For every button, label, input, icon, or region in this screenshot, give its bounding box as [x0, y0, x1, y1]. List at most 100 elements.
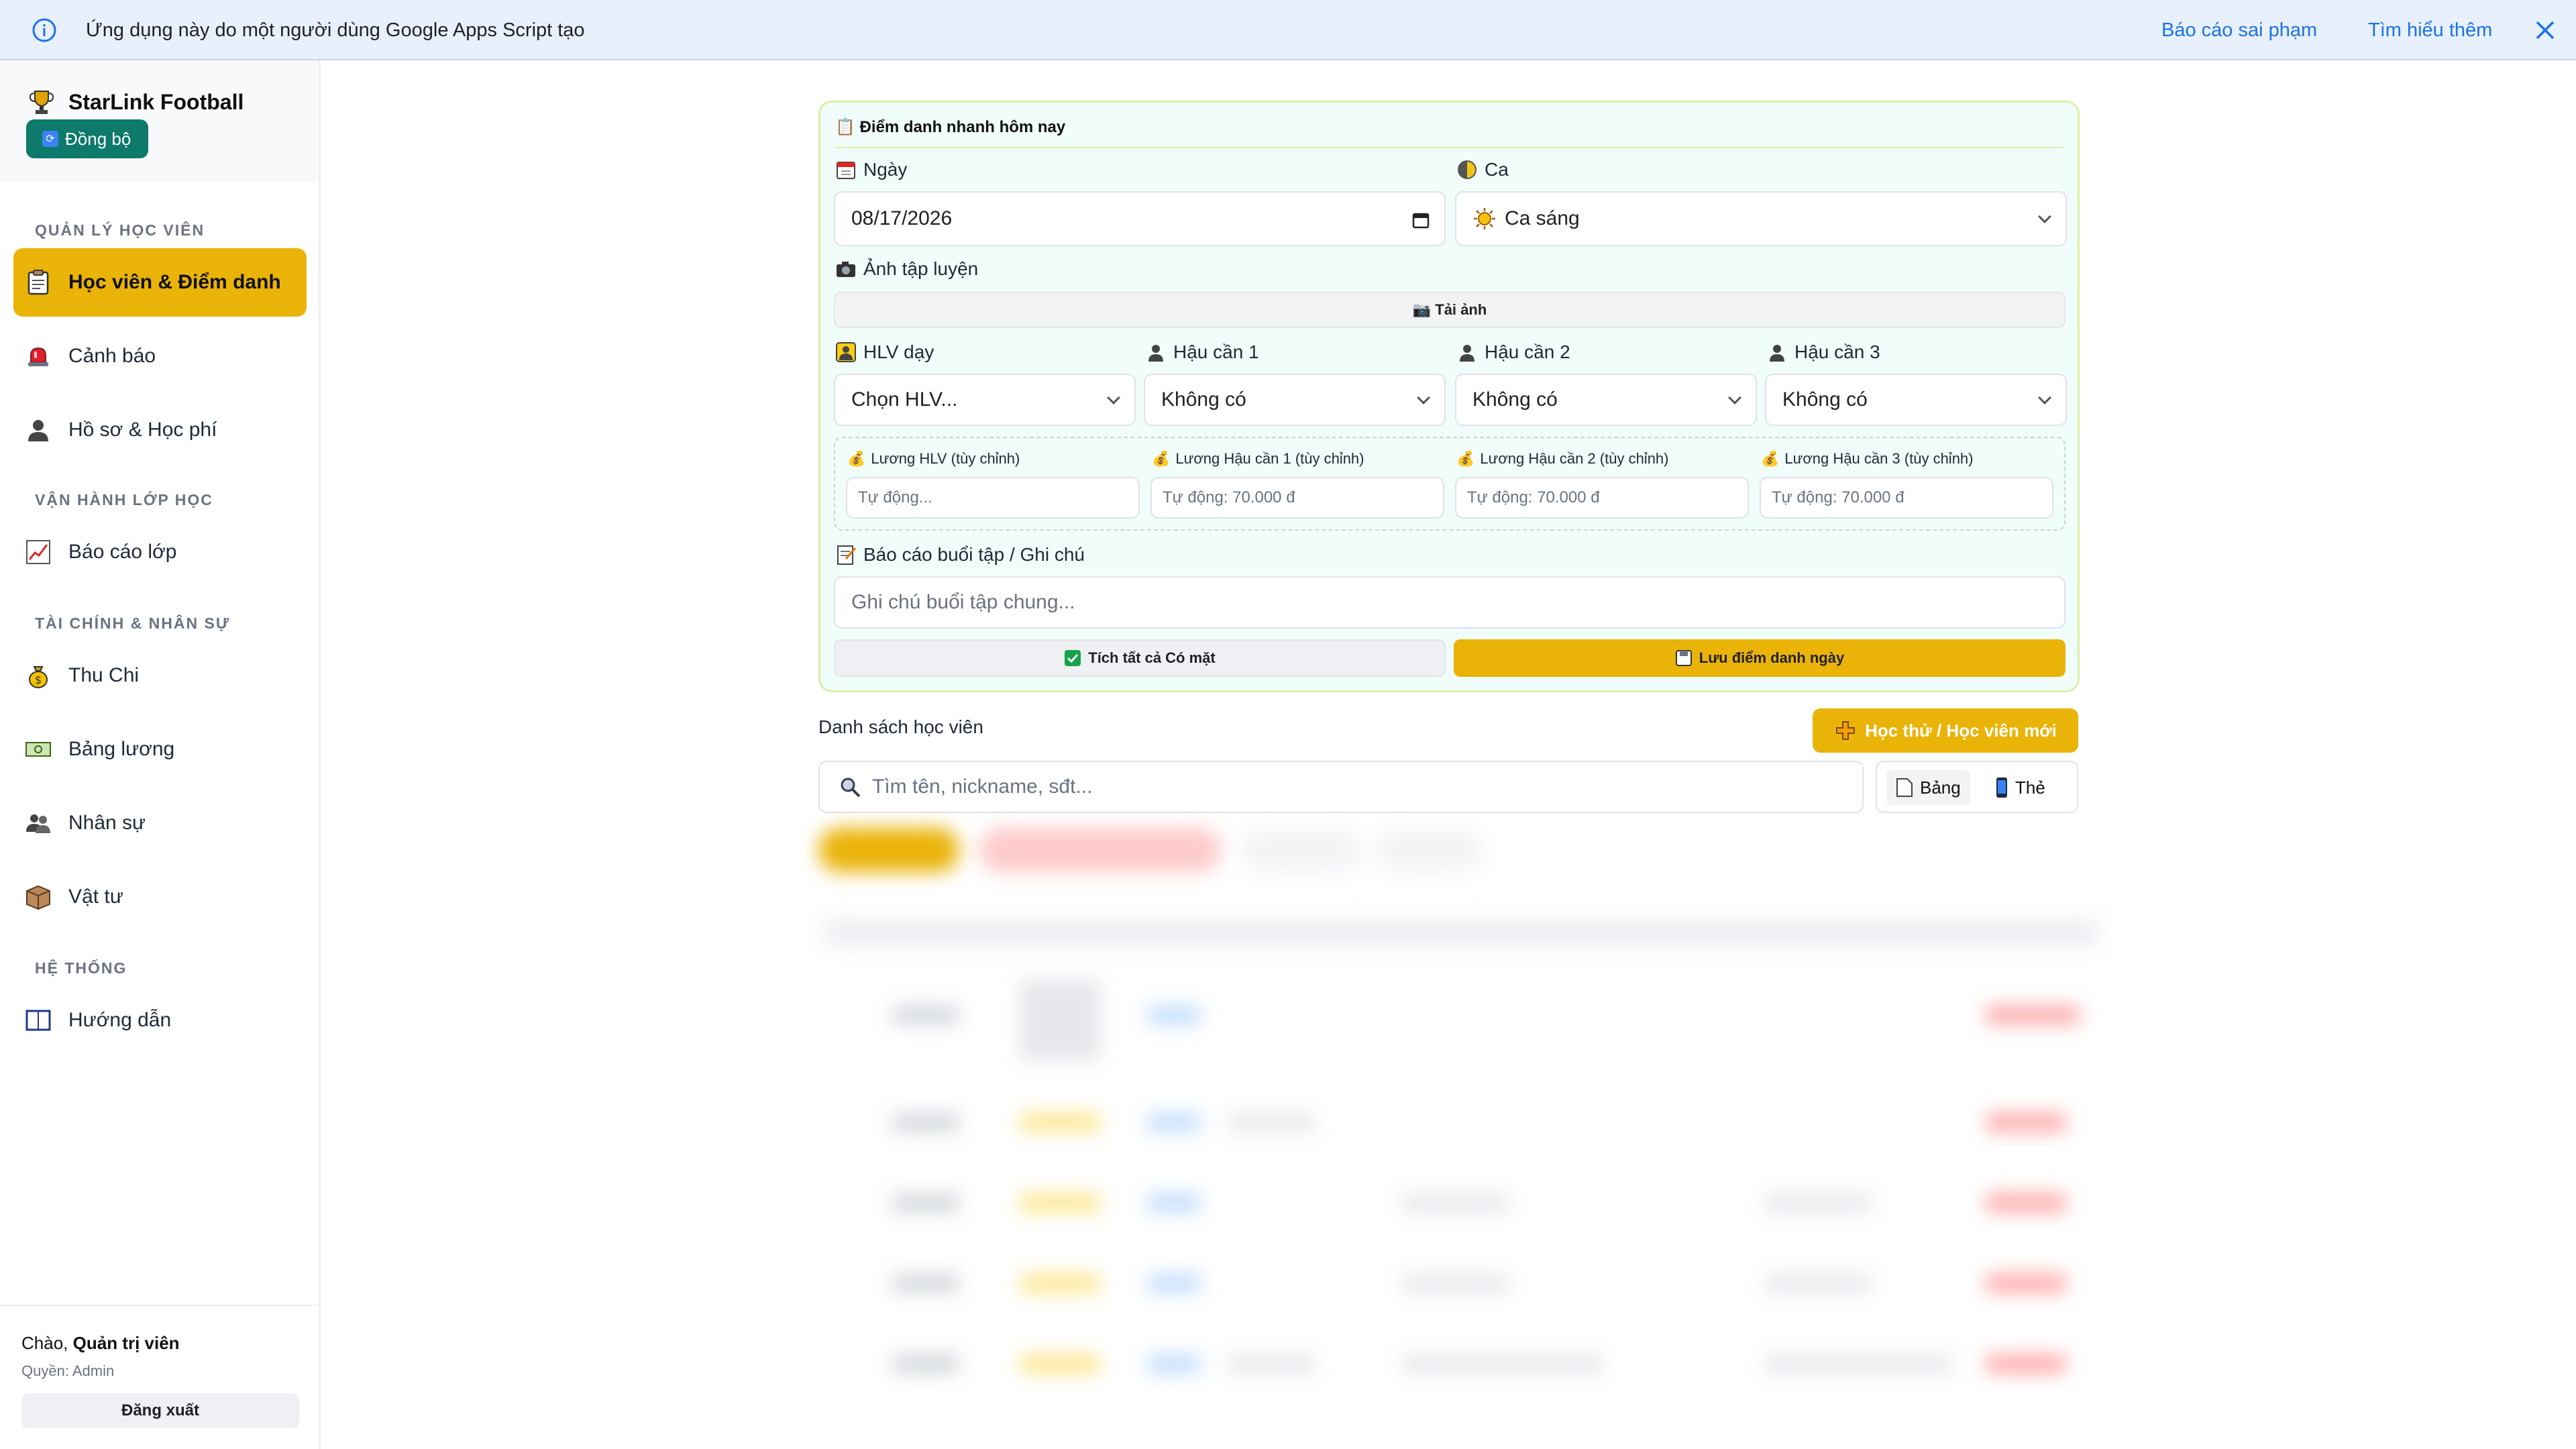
- filter-pill: [818, 828, 959, 872]
- apps-script-banner: Ứng dụng này do một người dùng Google Ap…: [0, 0, 2576, 60]
- date-label: Ngày: [835, 159, 907, 180]
- shift-label-text: Ca: [1485, 159, 1509, 180]
- date-input[interactable]: 08/17/2026: [834, 191, 1446, 246]
- session-notes-input[interactable]: Ghi chú buổi tập chung...: [834, 576, 2065, 629]
- shift-label: Ca: [1456, 159, 1509, 180]
- table-cell: [1147, 1275, 1201, 1292]
- logout-button[interactable]: Đăng xuất: [21, 1393, 299, 1428]
- sidebar: StarLink Football ⟳ Đồng bộ QUẢN LÝ HỌC …: [0, 60, 321, 1449]
- table-cell: [1228, 1114, 1315, 1131]
- date-value: 08/17/2026: [851, 207, 953, 229]
- shift-value: Ca sáng: [1505, 207, 1580, 229]
- filter-pill: [1375, 828, 1483, 872]
- book-icon: [25, 1010, 51, 1031]
- l3-salary-label-text: Lương Hậu cần 3 (tùy chỉnh): [1784, 450, 1974, 467]
- person-icon: [28, 420, 48, 441]
- table-cell: [1402, 1194, 1509, 1212]
- table-header: [825, 919, 2100, 946]
- coach-salary-label: 💰 Lương HLV (tùy chỉnh): [847, 450, 1020, 468]
- section-system: HỆ THỐNG: [35, 959, 127, 977]
- photo-label-text: Ảnh tập luyện: [863, 258, 979, 279]
- table-cell: [1402, 1275, 1509, 1292]
- sidebar-item-guide[interactable]: Hướng dẫn: [13, 986, 307, 1055]
- sidebar-item-supplies[interactable]: Vật tư: [13, 863, 307, 931]
- table-cell: [1986, 1114, 2066, 1131]
- banknote-icon: [25, 742, 51, 757]
- sidebar-item-profiles-fees[interactable]: Hồ sơ & Học phí: [13, 396, 307, 464]
- l2-salary-input[interactable]: Tự động: 70.000 đ: [1455, 477, 1749, 519]
- coach-select[interactable]: Chọn HLV...: [834, 374, 1136, 426]
- greeting: Chào, Quản trị viên: [21, 1333, 180, 1354]
- check-all-present-button[interactable]: Tích tất cả Có mặt: [834, 639, 1446, 677]
- logistics1-select[interactable]: Không có: [1144, 374, 1446, 426]
- view-table-label: Bảng: [1920, 777, 1961, 798]
- photo-label: Ảnh tập luyện: [835, 258, 978, 280]
- table-cell: [1147, 1194, 1201, 1212]
- coach-salary-label-text: Lương HLV (tùy chỉnh): [871, 450, 1020, 467]
- memo-icon: [837, 545, 857, 565]
- l3-salary-label: 💰 Lương Hậu cần 3 (tùy chỉnh): [1761, 450, 1974, 468]
- l2-salary-label: 💰 Lương Hậu cần 2 (tùy chỉnh): [1456, 450, 1669, 468]
- money-bag-icon: $: [29, 666, 48, 688]
- sidebar-item-alerts[interactable]: Cảnh báo: [13, 322, 307, 390]
- sidebar-item-label: Vật tư: [68, 885, 123, 908]
- user-panel: Chào, Quản trị viên Quyền: Admin Đăng xu…: [0, 1305, 319, 1449]
- sidebar-item-label: Học viên & Điểm danh: [68, 271, 281, 293]
- coach-salary-input[interactable]: Tự động...: [846, 477, 1140, 519]
- report-label-text: Báo cáo buổi tập / Ghi chú: [863, 544, 1085, 565]
- chart-up-icon: [26, 540, 50, 564]
- save-attendance-button[interactable]: Lưu điểm danh ngày: [1454, 639, 2065, 677]
- person-icon: [1770, 345, 1784, 362]
- table-cell: [1147, 1355, 1201, 1373]
- search-input[interactable]: Tìm tên, nickname, sđt...: [818, 761, 1864, 813]
- phone-icon: [1996, 777, 2007, 798]
- brand-name: StarLink Football: [68, 90, 244, 114]
- table-cell: [1402, 1355, 1603, 1373]
- document-icon: [1896, 778, 1913, 797]
- sidebar-item-income-expense[interactable]: $ Thu Chi: [13, 641, 307, 710]
- student-list-title: Danh sách học viên: [818, 716, 983, 737]
- chevron-down-icon: [1417, 391, 1430, 405]
- upload-photo-button[interactable]: 📷 Tải ảnh: [834, 292, 2065, 328]
- logistics3-select[interactable]: Không có: [1765, 374, 2067, 426]
- l1-salary-input[interactable]: Tự động: 70.000 đ: [1150, 477, 1444, 519]
- banner-message: Ứng dụng này do một người dùng Google Ap…: [86, 19, 585, 41]
- l1-salary-label-text: Lương Hậu cần 1 (tùy chỉnh): [1175, 450, 1364, 467]
- save-icon: [1675, 650, 1692, 666]
- logistics2-select[interactable]: Không có: [1455, 374, 1757, 426]
- sidebar-item-label: Báo cáo lớp: [68, 541, 177, 563]
- table-cell: [1986, 1275, 2066, 1292]
- table-cell: [1147, 1114, 1201, 1131]
- search-icon: [841, 777, 861, 798]
- table-cell: [1986, 1355, 2066, 1373]
- coach-value: Chọn HLV...: [851, 388, 958, 411]
- shift-select[interactable]: Ca sáng: [1455, 191, 2067, 246]
- calendar-icon: [837, 162, 855, 179]
- table-cell: [1020, 1194, 1100, 1212]
- sidebar-brand: StarLink Football ⟳ Đồng bộ: [0, 60, 319, 182]
- sidebar-item-payroll[interactable]: Bảng lương: [13, 715, 307, 784]
- new-student-button[interactable]: Học thử / Học viên mới: [1813, 708, 2078, 753]
- logistics3-value: Không có: [1782, 388, 1868, 411]
- table-cell: [1020, 979, 1100, 1060]
- sidebar-item-staff[interactable]: Nhân sự: [13, 789, 307, 857]
- sidebar-item-label: Thu Chi: [68, 664, 140, 686]
- filter-pill: [1241, 828, 1362, 872]
- l3-salary-input[interactable]: Tự động: 70.000 đ: [1760, 477, 2053, 519]
- sidebar-item-students-attendance[interactable]: Học viên & Điểm danh: [13, 248, 307, 317]
- moon-icon: [1458, 160, 1477, 179]
- card-title-text: Điểm danh nhanh hôm nay: [859, 118, 1066, 136]
- date-label-text: Ngày: [863, 159, 908, 180]
- close-icon[interactable]: [2533, 18, 2557, 42]
- sync-button[interactable]: ⟳ Đồng bộ: [26, 119, 148, 158]
- sidebar-item-class-report[interactable]: Báo cáo lớp: [13, 518, 307, 586]
- calendar-picker-icon[interactable]: [1412, 211, 1430, 229]
- view-table-button[interactable]: Bảng: [1886, 770, 1970, 805]
- chevron-down-icon: [1728, 391, 1741, 405]
- view-card-button[interactable]: Thẻ: [1986, 770, 2055, 805]
- learn-more-link[interactable]: Tìm hiểu thêm: [2368, 0, 2492, 60]
- report-abuse-link[interactable]: Báo cáo sai phạm: [2161, 0, 2317, 60]
- logistics3-label-text: Hậu cần 3: [1794, 341, 1880, 362]
- table-row: [892, 1114, 959, 1131]
- sync-icon: ⟳: [42, 131, 58, 147]
